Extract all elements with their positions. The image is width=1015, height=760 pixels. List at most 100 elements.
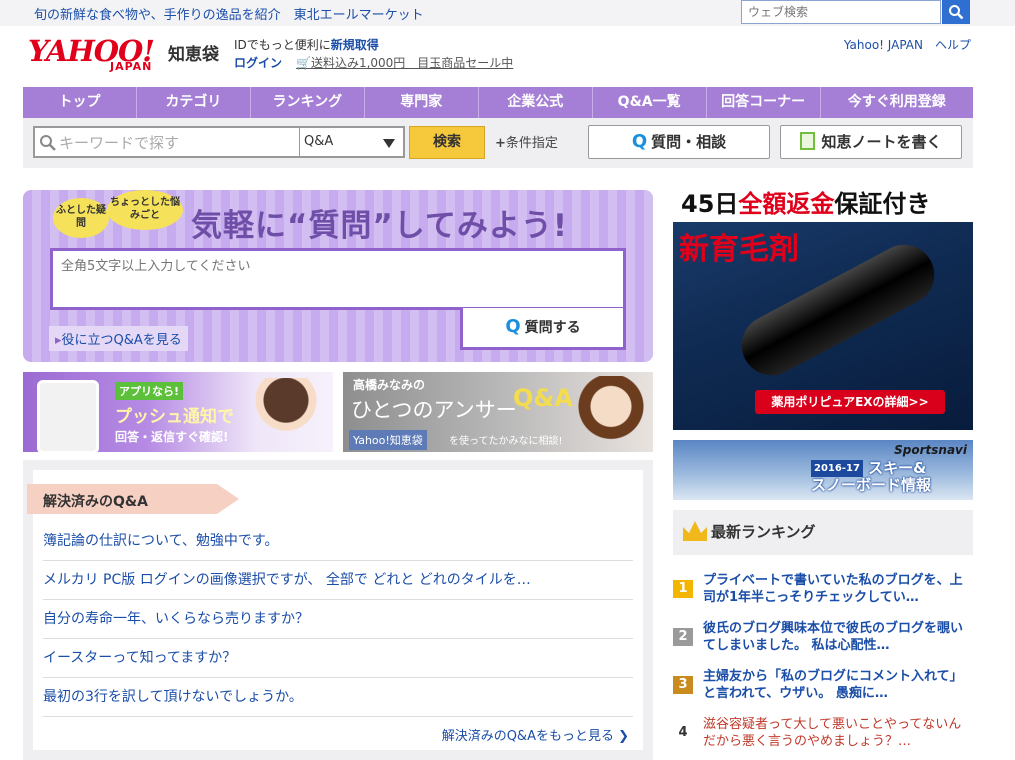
login-link[interactable]: ログイン	[234, 56, 282, 70]
ranking-link[interactable]: 彼氏のブログ興味本位で彼氏のブログを覗いてしまいました。 私は心配性…	[703, 621, 963, 653]
question-link[interactable]: 簿記論の仕訳について、勉強中です。	[43, 533, 278, 549]
ad-line2: 新育毛剤	[679, 224, 799, 268]
ad-line1: 45日全額返金保証付き	[681, 184, 930, 219]
ad-line1-red: 全額返金	[738, 190, 835, 218]
question-link[interactable]: 自分の寿命一年、いくらなら売りますか？	[43, 611, 309, 627]
nav-official[interactable]: 企業公式	[479, 87, 593, 118]
solved-list: 簿記論の仕訳について、勉強中です。 メルカリ PC版 ログインの画像選択ですが、…	[43, 522, 633, 717]
ranking-title: 最新ランキング	[711, 523, 816, 541]
question-link[interactable]: イースターって知ってますか？	[43, 650, 236, 666]
app-push-banner[interactable]: アプリなら! プッシュ通知で 回答・返信すぐ確認!	[23, 372, 333, 454]
ad-banner[interactable]: 45日全額返金保証付き 新育毛剤 薬用ポリピュアEXの詳細>>	[673, 180, 973, 430]
ad-line1-post: 保証付き	[834, 190, 931, 218]
ranking-link[interactable]: 主婦友から「私のブログにコメント入れて」と言われて、ウザい。 愚痴に…	[703, 669, 963, 701]
q-icon: Q	[505, 316, 521, 337]
nav-expert[interactable]: 専門家	[365, 87, 479, 118]
person-image	[573, 376, 649, 452]
list-item[interactable]: 自分の寿命一年、いくらなら売りますか？	[43, 600, 633, 639]
phone-image	[37, 380, 99, 454]
app-badge: アプリなら!	[115, 382, 184, 400]
bubble-worry: ちょっとした悩みごと	[107, 190, 183, 230]
conditions-link[interactable]: +条件指定	[495, 132, 558, 151]
sportsnavi-banner[interactable]: Sportsnavi 2016-17 スキー& スノーボード情報	[673, 440, 973, 500]
sportsnavi-line1: スキー&	[868, 459, 927, 477]
banner2-tail: を使ってたかみなに相談!	[449, 436, 563, 447]
takamina-banner[interactable]: 高橋みなみの ひとつのアンサー Q&A Yahoo!知恵袋 を使ってたかみなに相…	[343, 372, 653, 452]
rank-badge: 1	[673, 580, 693, 598]
nav-category[interactable]: カテゴリ	[137, 87, 251, 118]
web-search-input[interactable]	[741, 0, 941, 24]
ad-top: 45日全額返金保証付き	[673, 180, 973, 222]
ask-panel: ふとした疑問 ちょっとした悩みごと 気軽に“質問”してみよう! Q質問する ▸役…	[23, 190, 653, 362]
yahoo-logo[interactable]: YAHOO! JAPAN	[28, 36, 164, 74]
banner2-name: 高橋みなみの	[353, 378, 426, 392]
submit-question-button[interactable]: Q 質問する	[460, 308, 626, 350]
q-icon: Q	[631, 131, 648, 152]
note-icon	[800, 132, 816, 150]
ranking-header: 最新ランキング	[673, 510, 973, 555]
search-button[interactable]: 検索	[409, 126, 485, 159]
cart-promo-text: 送料込み1,000円 目玉商品セール中	[310, 56, 514, 70]
push-sub: 回答・返信すぐ確認!	[115, 430, 229, 444]
ask-title: 気軽に“質問”してみよう!	[191, 208, 568, 244]
note-button-label: 知恵ノートを書く	[821, 133, 942, 151]
page: 旬の新鮮な食べ物や、手作りの逸品を紹介 東北エールマーケット YAHOO! JA…	[0, 0, 1015, 760]
main-nav: トップ カテゴリ ランキング 専門家 企業公式 Q&A一覧 回答コーナー 今すぐ…	[23, 87, 973, 118]
rank-badge: 3	[673, 676, 693, 694]
ask-question-button[interactable]: Q 質問・相談	[588, 125, 770, 159]
chevron-down-icon	[383, 139, 395, 148]
question-link[interactable]: 最初の3行を訳して頂けないでしょうか。	[43, 689, 303, 705]
logo-sub: JAPAN	[110, 60, 153, 73]
ranking-list: 1 プライベートで書いていた私のブログを、上司が1年半こっそりチェックしてい… 2…	[673, 572, 973, 760]
category-select[interactable]: Q&A	[299, 126, 405, 158]
nav-ranking[interactable]: ランキング	[251, 87, 365, 118]
header-right-links[interactable]: Yahoo! JAPAN ヘルプ	[844, 36, 971, 53]
search-icon	[949, 5, 964, 20]
ranking-item[interactable]: 2 彼氏のブログ興味本位で彼氏のブログを覗いてしまいました。 私は心配性…	[673, 620, 973, 668]
solved-section: 解決済みのQ&A 簿記論の仕訳について、勉強中です。 メルカリ PC版 ログイン…	[23, 460, 653, 760]
nav-qa-list[interactable]: Q&A一覧	[593, 87, 707, 118]
list-item[interactable]: イースターって知ってますか？	[43, 639, 633, 678]
nav-top[interactable]: トップ	[23, 87, 137, 118]
cart-promo-link[interactable]: 🛒送料込み1,000円 目玉商品セール中	[296, 54, 513, 71]
ad-detail-button[interactable]: 薬用ポリピュアEXの詳細>>	[755, 390, 945, 414]
promo-link[interactable]: 旬の新鮮な食べ物や、手作りの逸品を紹介 東北エールマーケット	[34, 4, 424, 23]
plus-icon: +	[495, 136, 506, 151]
nav-answer-corner[interactable]: 回答コーナー	[707, 87, 821, 118]
push-headline: プッシュ通知で	[115, 407, 234, 427]
web-search-button[interactable]	[942, 0, 970, 24]
useful-qa-link[interactable]: ▸役に立つQ&Aを見る	[49, 326, 188, 351]
register-link[interactable]: 新規取得	[331, 38, 379, 52]
ad-line2-text: 育毛剤	[709, 232, 799, 267]
list-item[interactable]: メルカリ PC版 ログインの画像選択ですが、 全部で どれと どれのタイルを…	[43, 561, 633, 600]
list-item[interactable]: 簿記論の仕訳について、勉強中です。	[43, 522, 633, 561]
submit-label: 質問する	[524, 320, 581, 336]
search-bar: キーワードで探す Q&A 検索 +条件指定 Q 質問・相談 知恵ノートを書く	[23, 118, 973, 168]
solved-card: 解決済みのQ&A 簿記論の仕訳について、勉強中です。 メルカリ PC版 ログイン…	[27, 470, 643, 750]
sportsnavi-text: 2016-17 スキー& スノーボード情報	[811, 460, 931, 494]
more-solved-link[interactable]: 解決済みのQ&Aをもっと見る ❯	[442, 725, 629, 744]
sportsnavi-line2: スノーボード情報	[811, 476, 932, 494]
keyword-input[interactable]: キーワードで探す	[33, 126, 301, 158]
season-badge: 2016-17	[811, 460, 863, 477]
ranking-link[interactable]: 滋谷容疑者って大して悪いことやってないんだから悪く言うのやめましょう？…	[703, 717, 961, 749]
nav-register[interactable]: 今すぐ利用登録	[821, 87, 973, 118]
ranking-link[interactable]: プライベートで書いていた私のブログを、上司が1年半こっそりチェックしてい…	[703, 573, 963, 605]
question-link[interactable]: メルカリ PC版 ログインの画像選択ですが、 全部で どれと どれのタイルを…	[43, 572, 531, 588]
ad-line2-red: 新	[679, 232, 709, 267]
search-icon	[40, 135, 56, 151]
person-image	[245, 378, 327, 452]
question-textarea[interactable]	[50, 248, 626, 310]
select-value: Q&A	[304, 134, 334, 149]
crown-icon	[683, 521, 707, 541]
ranking-item[interactable]: 1 プライベートで書いていた私のブログを、上司が1年半こっそりチェックしてい…	[673, 572, 973, 620]
top-bar: 旬の新鮮な食べ物や、手作りの逸品を紹介 東北エールマーケット	[0, 0, 1015, 26]
rank-badge: 2	[673, 628, 693, 646]
ranking-item[interactable]: 3 主婦友から「私のブログにコメント入れて」と言われて、ウザい。 愚痴に…	[673, 668, 973, 716]
bubble-doubt: ふとした疑問	[53, 198, 109, 238]
list-item[interactable]: 最初の3行を訳して頂けないでしょうか。	[43, 678, 633, 717]
sportsnavi-brand: Sportsnavi	[894, 443, 967, 457]
write-note-button[interactable]: 知恵ノートを書く	[780, 125, 962, 159]
ranking-item[interactable]: 4 滋谷容疑者って大して悪いことやってないんだから悪く言うのやめましょう？…	[673, 716, 973, 760]
banner2-service: Yahoo!知恵袋	[349, 430, 427, 450]
